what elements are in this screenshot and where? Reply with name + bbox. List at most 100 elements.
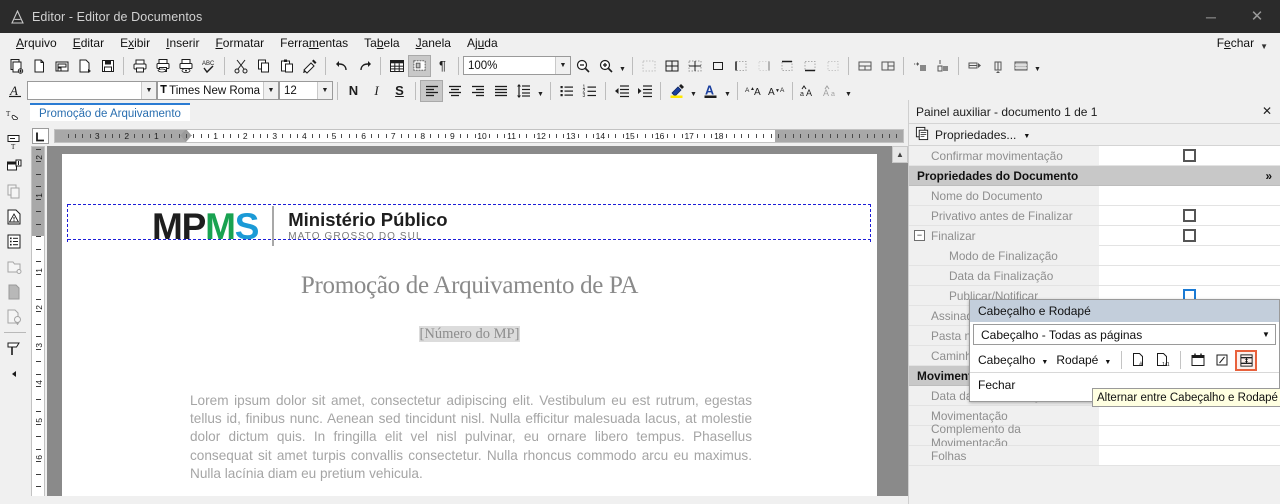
property-section-propriedades-do-documento[interactable]: Propriedades do Documento » (909, 166, 1280, 186)
font-size-combo[interactable]: 12 ▼ (279, 81, 333, 100)
collapse-expander-icon[interactable]: − (914, 230, 925, 241)
scroll-up-icon[interactable]: ▲ (892, 146, 908, 163)
date-icon[interactable] (1187, 350, 1209, 371)
frame-icon[interactable] (408, 54, 431, 77)
bottom-border-icon[interactable] (798, 55, 821, 77)
chevron-down-icon[interactable]: ▼ (617, 55, 628, 77)
document-canvas[interactable]: MPMS Ministério Público MATO GROSSO DO S… (47, 146, 892, 504)
copy-icon[interactable] (252, 55, 275, 77)
property-row-confirmar-movimentacao[interactable]: Confirmar movimentação (909, 146, 1280, 166)
property-value[interactable] (1099, 186, 1280, 205)
highlight-color-icon[interactable] (665, 80, 688, 102)
chevron-down-icon[interactable]: ▼ (1257, 325, 1275, 344)
chevron-down-icon[interactable]: ▼ (1260, 42, 1274, 51)
decrease-font-icon[interactable]: A ▼ A (765, 80, 788, 102)
chevron-down-icon[interactable]: ▼ (1021, 133, 1034, 140)
property-row-modo-de-finalizacao[interactable]: Modo de Finalização (909, 246, 1280, 266)
menu-ferramentas[interactable]: Ferramentas (272, 34, 356, 52)
insert-column-icon[interactable] (931, 55, 954, 77)
chevron-down-icon[interactable]: ▼ (688, 80, 699, 102)
document-page[interactable]: MPMS Ministério Público MATO GROSSO DO S… (62, 154, 877, 504)
undo-icon[interactable] (330, 55, 353, 77)
text-cursor-icon[interactable]: T (4, 104, 26, 129)
collapse-rail-icon[interactable] (4, 361, 26, 386)
header-menu-button[interactable]: Cabeçalho (976, 353, 1037, 367)
align-left-icon[interactable] (420, 79, 443, 102)
tab-stop-left-icon[interactable] (32, 128, 49, 144)
paragraph-style-combo[interactable]: ▼ (27, 81, 157, 100)
close-button[interactable]: ✕ (1234, 0, 1280, 33)
warning-block-icon[interactable] (4, 204, 26, 229)
properties-button[interactable]: Propriedades... (935, 128, 1016, 142)
no-borders-icon[interactable] (637, 55, 660, 77)
chevron-down-icon[interactable]: ▼ (263, 82, 278, 99)
chevron-down-icon[interactable]: ▼ (535, 80, 546, 102)
new-document-icon[interactable] (4, 55, 27, 77)
delete-column-icon[interactable] (986, 55, 1009, 77)
property-value[interactable] (1099, 246, 1280, 265)
chevron-double-down-icon[interactable]: » (1265, 169, 1272, 183)
property-value[interactable] (1099, 406, 1280, 425)
footer-menu-button[interactable]: Rodapé (1054, 353, 1100, 367)
checkbox-privativo-antes-de-finalizar[interactable] (1183, 209, 1196, 222)
chevron-down-icon[interactable]: ▼ (722, 80, 733, 102)
chevron-down-icon[interactable]: ▼ (317, 82, 332, 99)
list-block-icon[interactable] (4, 229, 26, 254)
page-count-icon[interactable]: 1/1 (1152, 350, 1174, 371)
font-name-combo[interactable]: 𝐓 Times New Roma ▼ (157, 81, 279, 100)
lowercase-icon[interactable]: Aa (820, 80, 843, 102)
split-cells-icon[interactable] (876, 55, 899, 77)
outer-border-icon[interactable] (821, 55, 844, 77)
checkbox-finalizar[interactable] (1183, 229, 1196, 242)
vertical-ruler[interactable]: 2 1 1 2 3 4 5 6 (29, 146, 47, 504)
box-border-icon[interactable] (706, 55, 729, 77)
numbered-list-icon[interactable]: 123 (578, 80, 601, 102)
menu-inserir[interactable]: Inserir (158, 34, 207, 52)
increase-font-icon[interactable]: A ▲ A (742, 80, 765, 102)
header-footer-select[interactable]: Cabeçalho - Todas as páginas ▼ (973, 324, 1276, 345)
uppercase-icon[interactable]: aA (797, 80, 820, 102)
page-number-icon[interactable]: # (1128, 350, 1150, 371)
tab-promocao-de-arquivamento[interactable]: Promoção de Arquivamento (30, 103, 190, 121)
property-row-folhas[interactable]: Folhas (909, 446, 1280, 466)
top-border-icon[interactable] (775, 55, 798, 77)
table-icon[interactable] (385, 55, 408, 77)
underline-icon[interactable]: S (388, 80, 411, 102)
close-icon[interactable]: ✕ (1262, 104, 1272, 118)
all-borders-icon[interactable] (660, 55, 683, 77)
zoom-in-icon[interactable] (594, 55, 617, 77)
folder-block-icon[interactable] (4, 254, 26, 279)
property-row-finalizar[interactable]: − Finalizar (909, 226, 1280, 246)
menu-editar[interactable]: Editar (65, 34, 112, 52)
bullet-list-icon[interactable] (555, 80, 578, 102)
paste-icon[interactable] (275, 55, 298, 77)
delete-row-icon[interactable] (963, 55, 986, 77)
horizontal-ruler[interactable]: 3 2 1 1 2 3 4 5 6 7 8 9 10 11 12 13 14 15 16 17 18 (29, 127, 908, 145)
italic-icon[interactable]: I (365, 80, 388, 102)
open-folder-icon[interactable] (50, 55, 73, 77)
left-border-icon[interactable] (729, 55, 752, 77)
property-value[interactable] (1099, 426, 1280, 445)
document-vertical-scrollbar[interactable]: ▲ (892, 146, 908, 504)
vertical-ruler-track[interactable]: 2 1 1 2 3 4 5 6 (31, 146, 45, 504)
menu-exibir[interactable]: Exibir (112, 34, 158, 52)
table-properties-icon[interactable] (1009, 55, 1032, 77)
formatting-marks-icon[interactable]: ¶ (431, 55, 454, 77)
property-row-nome-do-documento[interactable]: Nome do Documento (909, 186, 1280, 206)
horizontal-ruler-track[interactable]: 3 2 1 1 2 3 4 5 6 7 8 9 10 11 12 13 14 15 16 17 18 (54, 129, 904, 143)
property-value[interactable] (1099, 206, 1280, 225)
save-icon[interactable] (96, 55, 119, 77)
decrease-indent-icon[interactable] (610, 80, 633, 102)
insert-field-icon[interactable] (4, 154, 26, 179)
character-highlighting-icon[interactable]: A (4, 80, 27, 102)
property-value[interactable] (1099, 446, 1280, 465)
menu-janela[interactable]: Janela (408, 34, 459, 52)
redo-icon[interactable] (353, 55, 376, 77)
menu-tabela[interactable]: Tabela (356, 34, 407, 52)
open-with-icon[interactable] (73, 55, 96, 77)
property-value[interactable] (1099, 266, 1280, 285)
justify-icon[interactable] (489, 80, 512, 102)
font-color-icon[interactable]: A (699, 80, 722, 102)
menu-fechar[interactable]: Fechar (1209, 34, 1260, 52)
align-center-icon[interactable] (443, 80, 466, 102)
